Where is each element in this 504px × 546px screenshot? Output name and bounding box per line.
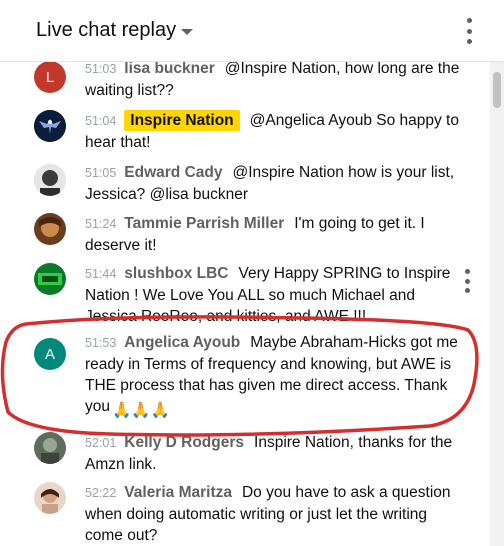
chat-message-list[interactable]: L 51:03 lisa buckner @Inspire Nation, how …	[0, 62, 490, 546]
eagle-logo-icon	[34, 110, 66, 142]
message-author[interactable]: Kelly D Rodgers	[124, 434, 244, 451]
avatar[interactable]	[34, 263, 66, 295]
chat-header: Live chat replay	[0, 0, 504, 62]
scrollbar-thumb[interactable]	[493, 72, 501, 108]
emoji-folded-hands: 🙏🙏🙏	[112, 402, 170, 419]
caret-down-icon[interactable]	[181, 29, 193, 35]
message-author[interactable]: Angelica Ayoub	[124, 334, 240, 351]
avatar[interactable]: A	[34, 338, 66, 370]
message-author[interactable]: Tammie Parrish Miller	[124, 215, 284, 232]
message-timestamp: 51:24	[85, 217, 117, 231]
more-vert-icon[interactable]	[462, 18, 476, 44]
message-timestamp: 51:53	[85, 336, 117, 350]
scrollbar[interactable]	[490, 62, 504, 546]
message-author[interactable]: Edward Cady	[124, 164, 222, 181]
message-timestamp: 51:44	[85, 267, 117, 281]
avatar[interactable]: L	[34, 62, 66, 93]
avatar[interactable]	[34, 213, 66, 245]
message-timestamp: 52:01	[85, 436, 117, 450]
message-timestamp: 51:03	[85, 62, 117, 76]
message-timestamp: 52:22	[85, 486, 117, 500]
message-timestamp: 51:04	[85, 114, 117, 128]
message-author[interactable]: slushbox LBC	[124, 265, 228, 282]
message-menu-icon[interactable]	[464, 269, 470, 293]
message-author[interactable]: Valeria Maritza	[124, 484, 232, 501]
avatar[interactable]	[34, 482, 66, 514]
avatar[interactable]	[34, 110, 66, 142]
avatar[interactable]	[34, 432, 66, 464]
message-author[interactable]: lisa buckner	[124, 62, 214, 77]
message-timestamp: 51:05	[85, 166, 117, 180]
owner-badge[interactable]: Inspire Nation	[124, 110, 240, 131]
avatar[interactable]	[34, 164, 66, 196]
chat-mode-title[interactable]: Live chat replay	[36, 19, 176, 42]
